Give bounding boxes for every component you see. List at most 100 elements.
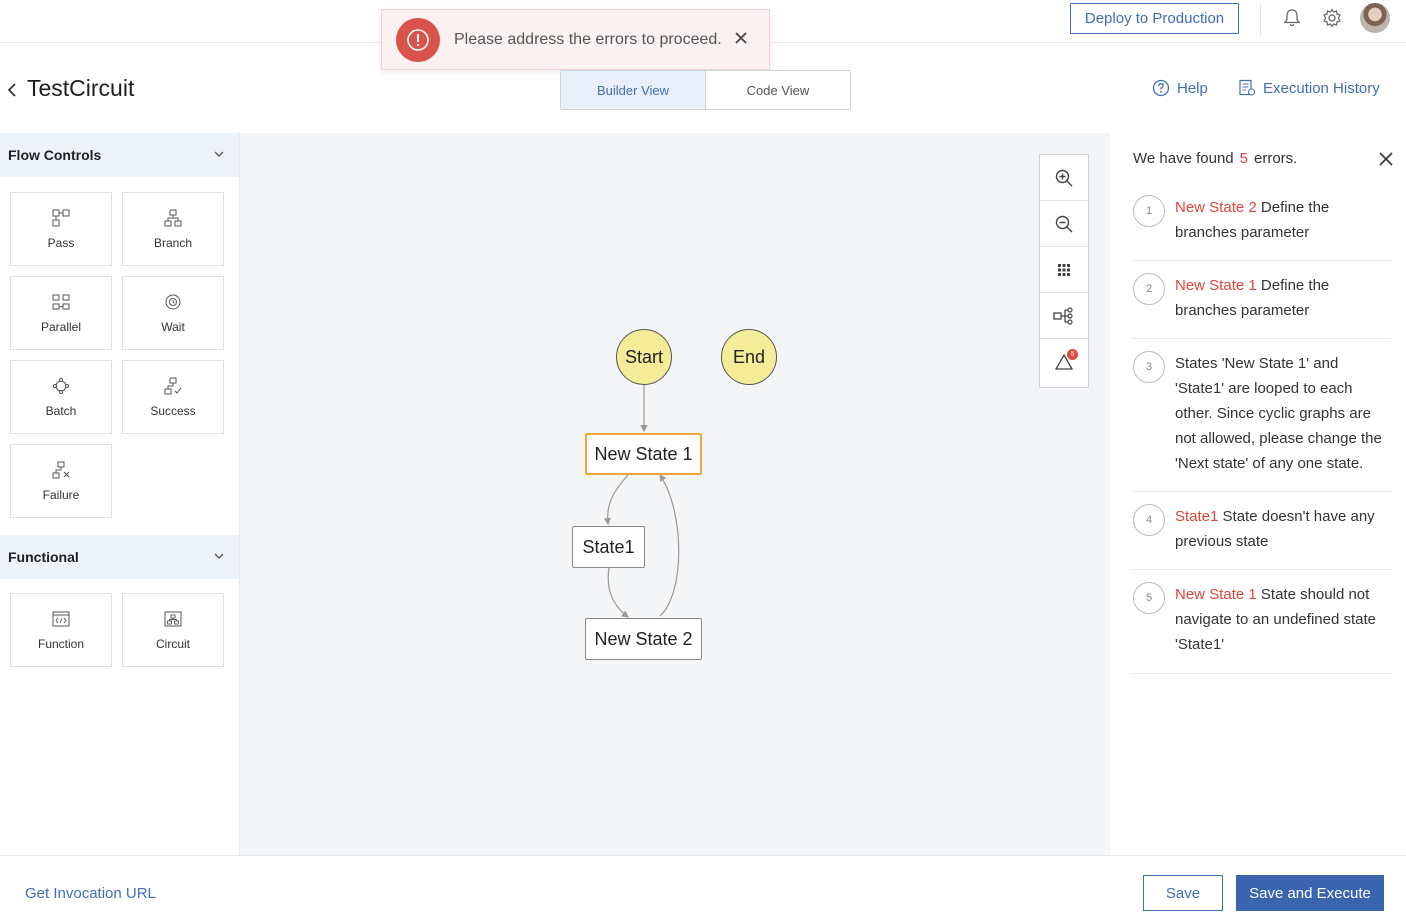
tile-circuit[interactable]: Circuit [122, 593, 224, 667]
success-icon [164, 377, 182, 394]
save-button[interactable]: Save [1143, 875, 1223, 911]
tile-label: Parallel [40, 319, 82, 334]
tab-builder-view[interactable]: Builder View [561, 71, 706, 109]
close-icon[interactable] [1378, 151, 1394, 167]
error-text: New State 2 Define the branches paramete… [1175, 195, 1391, 245]
error-text: New State 1 Define the branches paramete… [1175, 273, 1391, 323]
error-item[interactable]: 2 New State 1 Define the branches parame… [1133, 273, 1391, 339]
error-item[interactable]: 1 New State 2 Define the branches parame… [1133, 195, 1391, 261]
alert-badge: 5 [1067, 349, 1078, 360]
circuit-icon [164, 611, 182, 626]
branch-icon [164, 209, 182, 226]
error-message: States 'New State 1' and 'State1' are lo… [1175, 355, 1382, 472]
error-text: State1 State doesn't have any previous s… [1175, 504, 1391, 554]
history-icon [1239, 79, 1256, 96]
parallel-icon [52, 294, 70, 309]
error-item[interactable]: 3 States 'New State 1' and 'State1' are … [1133, 351, 1391, 492]
error-item[interactable]: 4 State1 State doesn't have any previous… [1133, 504, 1391, 570]
error-text: New State 1 State should not navigate to… [1175, 582, 1391, 657]
zoom-in-icon[interactable] [1040, 155, 1088, 201]
edge-state1-to-new-state-2 [607, 567, 629, 618]
tab-code-view[interactable]: Code View [706, 71, 850, 109]
errors-panel: We have found 5 errors. 1 New State 2 Defi… [1110, 133, 1406, 855]
back-icon[interactable] [5, 80, 19, 100]
pass-icon [52, 209, 70, 226]
error-number: 2 [1133, 273, 1165, 305]
tile-pass[interactable]: Pass [10, 192, 112, 266]
tile-success[interactable]: Success [122, 360, 224, 434]
node-end[interactable]: End [721, 329, 777, 385]
tile-batch[interactable]: Batch [10, 360, 112, 434]
tile-label: Circuit [155, 636, 190, 651]
flow-controls-header[interactable]: Flow Controls [0, 133, 239, 177]
alert-icon[interactable]: 5 [1040, 339, 1088, 385]
history-label: Execution History [1263, 79, 1380, 97]
footer: Get Invocation URL Save Save and Execute [0, 855, 1406, 923]
get-invocation-url-link[interactable]: Get Invocation URL [25, 885, 156, 902]
tile-function[interactable]: Function [10, 593, 112, 667]
edge-new-state-2-to-new-state-1 [659, 473, 680, 617]
tile-label: Failure [42, 487, 80, 502]
functional-header[interactable]: Functional [0, 535, 239, 579]
error-text: States 'New State 1' and 'State1' are lo… [1175, 351, 1391, 476]
zoom-out-icon[interactable] [1040, 201, 1088, 247]
function-icon [52, 611, 70, 626]
batch-icon [53, 377, 69, 394]
save-and-execute-button[interactable]: Save and Execute [1236, 875, 1384, 911]
view-toggle: Builder View Code View [560, 70, 851, 110]
layout-icon[interactable] [1040, 293, 1088, 339]
divider [1260, 4, 1261, 36]
toast-message: Please address the errors to proceed. [454, 30, 722, 48]
error-number: 5 [1133, 582, 1165, 614]
tile-label: Pass [47, 235, 75, 250]
help-label: Help [1177, 79, 1208, 97]
grid-icon[interactable] [1040, 247, 1088, 293]
flow-controls-title: Flow Controls [8, 147, 102, 163]
tile-parallel[interactable]: Parallel [10, 276, 112, 350]
node-new-state-2[interactable]: New State 2 [585, 618, 702, 660]
errors-prefix: We have found [1133, 150, 1234, 167]
tile-wait[interactable]: Wait [122, 276, 224, 350]
error-icon [396, 17, 440, 62]
gear-icon[interactable] [1320, 6, 1344, 30]
page-title: TestCircuit [27, 75, 135, 101]
functional-title: Functional [8, 549, 79, 565]
tile-label: Batch [45, 403, 77, 418]
error-number: 4 [1133, 504, 1165, 536]
error-number: 3 [1133, 351, 1165, 383]
tile-label: Function [37, 636, 85, 651]
deploy-button[interactable]: Deploy to Production [1070, 3, 1239, 34]
error-toast: Please address the errors to proceed. [381, 9, 770, 70]
errors-count: 5 [1239, 150, 1248, 167]
chevron-down-icon [214, 151, 224, 157]
tile-label: Wait [161, 319, 185, 334]
execution-history-link[interactable]: Execution History [1238, 77, 1380, 99]
error-state: State1 [1175, 508, 1219, 525]
error-state: New State 1 [1175, 586, 1257, 603]
bell-icon[interactable] [1280, 6, 1304, 30]
tile-branch[interactable]: Branch [122, 192, 224, 266]
canvas-toolbar: 5 [1039, 154, 1089, 388]
node-state1[interactable]: State1 [572, 526, 645, 568]
errors-suffix: errors. [1253, 150, 1298, 167]
tile-failure[interactable]: Failure [10, 444, 112, 518]
close-icon[interactable] [731, 28, 751, 48]
avatar[interactable] [1360, 3, 1390, 33]
tile-label: Branch [153, 235, 193, 250]
node-new-state-1[interactable]: New State 1 [585, 433, 702, 475]
edges [603, 385, 680, 618]
error-number: 1 [1133, 195, 1165, 227]
node-start[interactable]: Start [616, 329, 672, 385]
error-item[interactable]: 5 New State 1 State should not navigate … [1133, 582, 1391, 674]
help-icon [1152, 79, 1170, 97]
help-link[interactable]: Help [1152, 77, 1208, 99]
wait-icon [165, 294, 181, 309]
error-state: New State 1 [1175, 277, 1257, 294]
workflow-canvas[interactable]: Start End New State 1 State1 New State 2… [240, 133, 1110, 855]
chevron-down-icon [214, 553, 224, 559]
edge-new-state-1-to-state1 [603, 474, 629, 526]
sidebar: Flow Controls Pass Branch Parallel Wait … [0, 133, 240, 855]
error-state: New State 2 [1175, 199, 1257, 216]
failure-icon [52, 461, 70, 478]
errors-heading: We have found 5 errors. [1133, 150, 1297, 167]
